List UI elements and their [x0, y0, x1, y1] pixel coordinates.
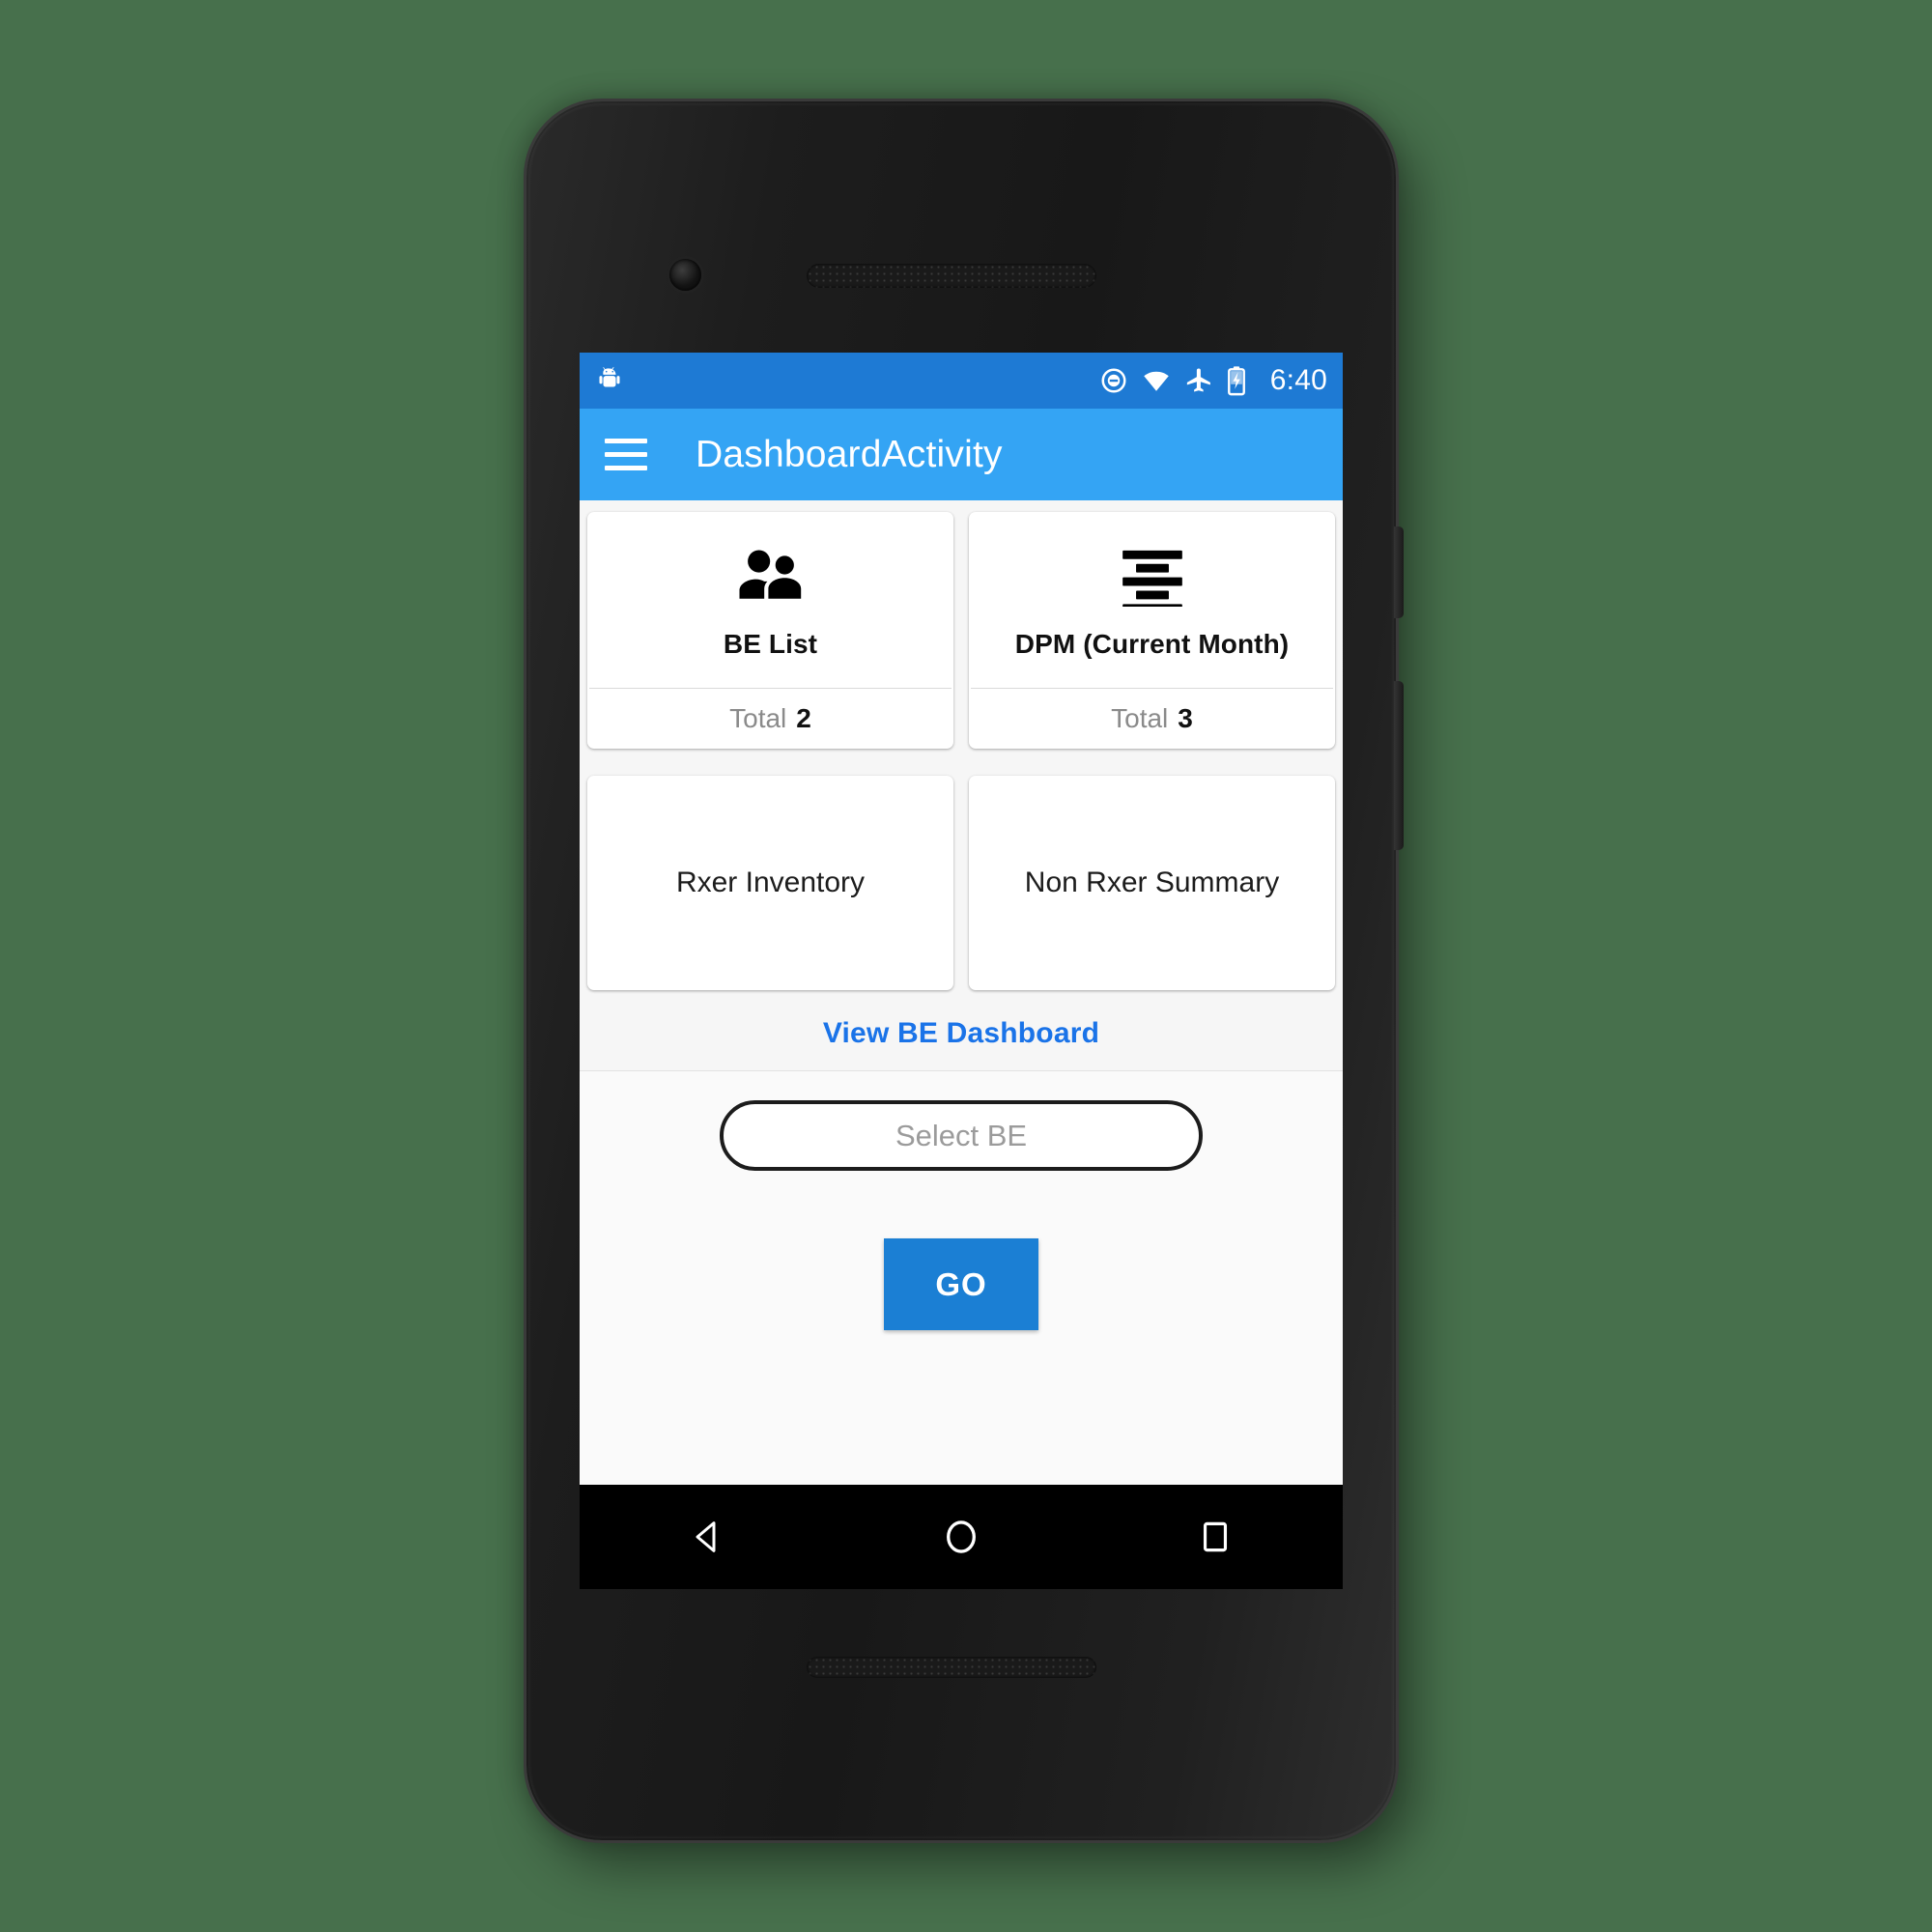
phone-screen: 6:40 DashboardActivity BE List Total 2 D… [580, 353, 1343, 1589]
wifi-icon [1141, 366, 1172, 395]
phone-device-frame: 6:40 DashboardActivity BE List Total 2 D… [526, 101, 1404, 1840]
app-bar-title: DashboardActivity [696, 433, 1003, 475]
card-non-rxer-summary[interactable]: Non Rxer Summary [969, 776, 1335, 990]
status-bar-time: 6:40 [1269, 364, 1327, 396]
card-dpm-total-label: Total [1111, 703, 1169, 733]
card-be-list-main: BE List [587, 512, 953, 688]
back-triangle-icon[interactable] [654, 1498, 760, 1576]
select-be-placeholder: Select BE [895, 1118, 1028, 1152]
card-dpm-total-value: 3 [1178, 703, 1193, 733]
airplane-mode-icon [1184, 366, 1213, 395]
do-not-disturb-icon [1099, 366, 1128, 395]
bottom-speaker [807, 1657, 1096, 1678]
view-dashboard-row: View BE Dashboard [580, 996, 1343, 1071]
card-be-list-total: Total 2 [587, 689, 953, 749]
front-camera-icon [669, 259, 701, 291]
card-rxer-inventory[interactable]: Rxer Inventory [587, 776, 953, 990]
android-mascot-icon [597, 366, 622, 396]
dashboard-content: BE List Total 2 DPM (Current Month) Tota… [580, 500, 1343, 1485]
card-be-list[interactable]: BE List Total 2 [587, 512, 953, 749]
card-non-rxer-summary-label: Non Rxer Summary [1024, 867, 1280, 898]
people-icon [733, 544, 809, 610]
recents-square-icon[interactable] [1162, 1498, 1268, 1576]
card-dpm[interactable]: DPM (Current Month) Total 3 [969, 512, 1335, 749]
hamburger-menu-icon[interactable] [605, 428, 659, 482]
select-be-input[interactable]: Select BE [720, 1100, 1203, 1171]
card-dpm-title: DPM (Current Month) [1014, 629, 1290, 659]
format-align-icon [1117, 544, 1188, 610]
card-dpm-total: Total 3 [969, 689, 1335, 749]
home-circle-icon[interactable] [908, 1498, 1014, 1576]
menu-bar-3 [605, 466, 647, 470]
card-be-list-title: BE List [723, 629, 818, 659]
card-dpm-main: DPM (Current Month) [969, 512, 1335, 688]
earpiece-speaker [807, 264, 1096, 288]
status-bar: 6:40 [580, 353, 1343, 409]
menu-bar-2 [605, 452, 647, 457]
volume-button[interactable] [1394, 681, 1404, 850]
dashboard-card-row-top: BE List Total 2 DPM (Current Month) Tota… [580, 512, 1343, 749]
status-bar-icons: 6:40 [1099, 364, 1327, 397]
card-be-list-total-value: 2 [796, 703, 811, 733]
battery-charging-icon [1226, 365, 1247, 396]
go-button[interactable]: GO [884, 1238, 1038, 1330]
app-bar: DashboardActivity [580, 409, 1343, 500]
dashboard-card-row-bottom: Rxer Inventory Non Rxer Summary [580, 776, 1343, 990]
view-be-dashboard-link[interactable]: View BE Dashboard [823, 1017, 1099, 1050]
menu-bar-1 [605, 439, 647, 443]
android-navigation-bar [580, 1485, 1343, 1589]
be-selection-form: Select BE GO [580, 1071, 1343, 1485]
card-be-list-total-label: Total [729, 703, 787, 733]
card-rxer-inventory-label: Rxer Inventory [675, 867, 866, 898]
power-button[interactable] [1394, 526, 1404, 618]
